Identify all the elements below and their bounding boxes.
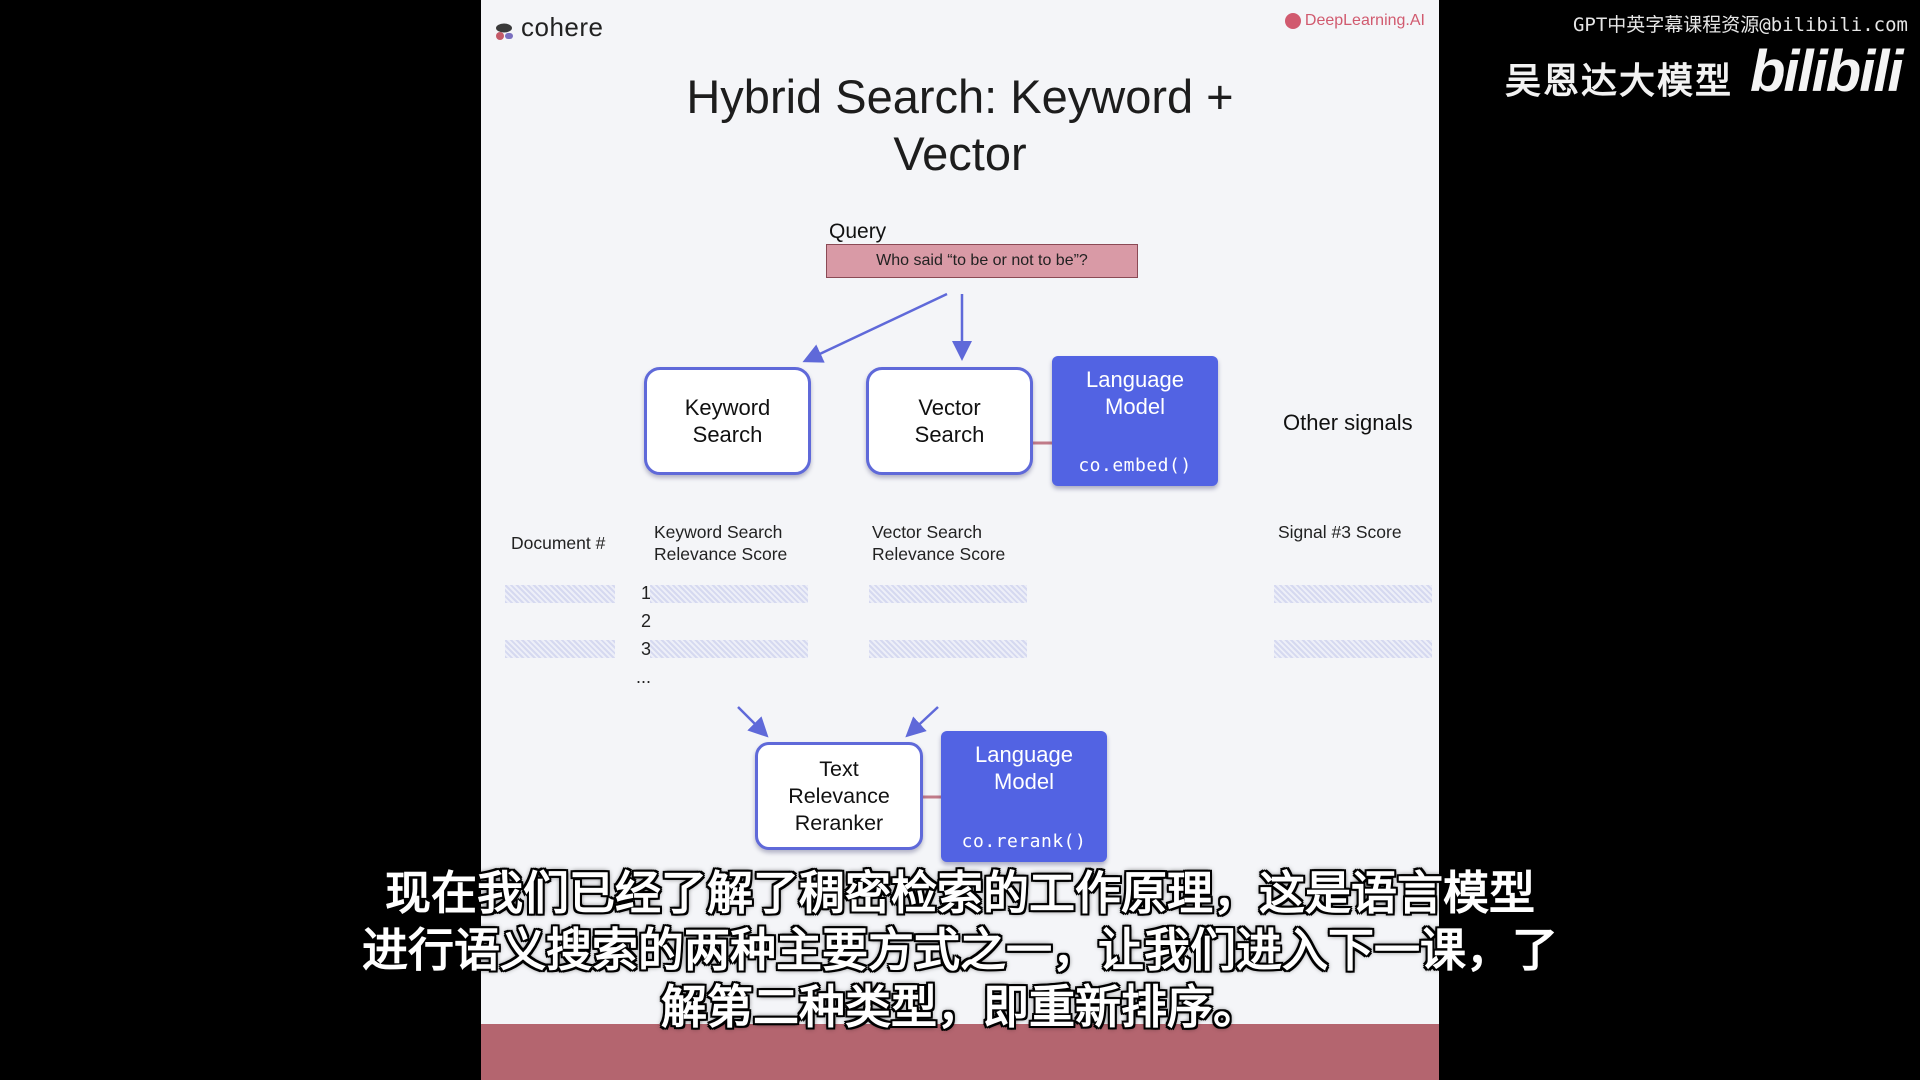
row-number: ... — [635, 667, 651, 687]
subtitles: 现在我们已经了解了稠密检索的工作原理，这是语言模型 进行语义搜索的两种主要方式之… — [300, 865, 1620, 1036]
text-relevance-reranker-node: Text Relevance Reranker — [755, 742, 923, 850]
language-model-rerank-title: Language Model — [941, 741, 1107, 795]
language-model-embed-line1: Language — [1086, 367, 1184, 392]
query-box: Who said “to be or not to be”? — [826, 244, 1138, 278]
row-highlight — [505, 640, 615, 658]
query-label: Query — [829, 220, 887, 243]
subtitle-line: 进行语义搜索的两种主要方式之一，让我们进入下一课，了 — [362, 924, 1558, 976]
vector-search-node: Vector Search — [866, 367, 1033, 475]
row-highlight — [1274, 640, 1432, 658]
language-model-embed-title: Language Model — [1052, 366, 1218, 420]
language-model-rerank-node: Language Model co.rerank() — [941, 731, 1107, 862]
reranker-line1: Text — [819, 756, 859, 781]
query-text: Who said “to be or not to be”? — [876, 252, 1088, 269]
keyword-search-line2: Search — [692, 422, 763, 447]
col-vector-header-line2: Relevance Score — [872, 544, 1006, 564]
language-model-embed-node: Language Model co.embed() — [1052, 356, 1218, 486]
row-highlight — [505, 585, 615, 603]
col-document-header: Document # — [511, 533, 606, 553]
subtitle-line: 解第二种类型，即重新排序。 — [661, 981, 1259, 1033]
language-model-rerank-line2: Model — [994, 769, 1054, 794]
language-model-rerank-line1: Language — [975, 742, 1073, 767]
bilibili-logo: bilibili — [1750, 39, 1904, 104]
arrow-keyword-to-reranker — [737, 706, 769, 738]
vector-search-line1: Vector — [918, 395, 981, 420]
other-signals-label: Other signals — [1283, 410, 1413, 435]
row-number: 2 — [640, 611, 651, 631]
reranker-line3: Reranker — [794, 810, 884, 835]
col-vector-header-line1: Vector Search — [872, 522, 982, 542]
col-keyword-header-line2: Relevance Score — [654, 544, 788, 564]
row-highlight — [869, 640, 1027, 658]
keyword-search-line1: Keyword — [684, 395, 771, 420]
subtitle-line: 现在我们已经了解了稠密检索的工作原理，这是语言模型 — [385, 867, 1535, 919]
watermark-text: GPT中英字幕课程资源@bilibili.com — [1572, 14, 1908, 36]
col-vector-header: Vector Search Relevance Score — [872, 521, 1005, 565]
reranker-line2: Relevance — [788, 783, 890, 808]
keyword-search-node: Keyword Search — [644, 367, 811, 475]
arrow-vector-to-reranker — [905, 706, 939, 738]
row-highlight — [650, 585, 808, 603]
language-model-embed-line2: Model — [1105, 394, 1165, 419]
row-highlight — [1274, 585, 1432, 603]
row-number: 3 — [640, 639, 651, 659]
row-highlight — [869, 585, 1027, 603]
embed-code: co.embed() — [1078, 455, 1192, 476]
col-keyword-header: Keyword Search Relevance Score — [654, 521, 787, 565]
col-keyword-header-line1: Keyword Search — [654, 522, 783, 542]
row-highlight — [650, 640, 808, 658]
rerank-code: co.rerank() — [961, 831, 1087, 852]
row-number: 1 — [640, 583, 651, 603]
arrow-query-to-keyword — [802, 292, 948, 363]
channel-watermark: 吴恩达大模型 — [1505, 60, 1734, 101]
vector-search-line2: Search — [914, 422, 985, 447]
col-signal-header: Signal #3 Score — [1278, 522, 1402, 542]
